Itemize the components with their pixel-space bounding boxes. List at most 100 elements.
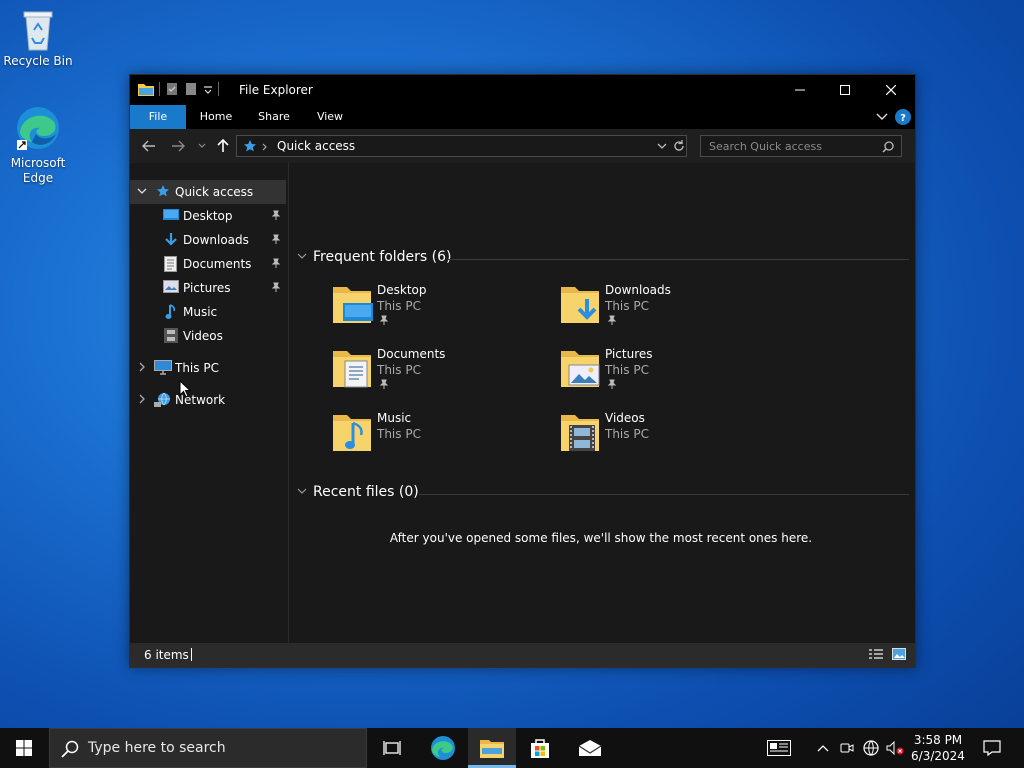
nav-quick-access[interactable]: Quick access <box>130 180 286 204</box>
large-icons-view-icon[interactable] <box>892 648 906 661</box>
network-status-button[interactable] <box>860 728 882 768</box>
back-button[interactable] <box>141 138 157 154</box>
content-pane: Frequent folders (6) Desktop This PC Dow… <box>289 163 913 643</box>
task-view-button[interactable] <box>368 728 416 768</box>
collapse-chevron-icon[interactable] <box>297 488 307 496</box>
collapse-chevron-icon[interactable] <box>297 253 307 261</box>
minimize-button[interactable] <box>777 75 823 105</box>
mail-icon <box>578 740 602 756</box>
downloads-folder-large-icon <box>561 287 599 323</box>
title-bar[interactable]: File Explorer <box>130 75 915 105</box>
nav-videos[interactable]: Videos <box>130 324 286 348</box>
nav-this-pc[interactable]: This PC <box>130 356 286 380</box>
folder-tile-documents[interactable]: Documents This PC <box>331 347 551 407</box>
edge-desktop-icon[interactable]: Microsoft Edge <box>0 104 76 186</box>
globe-icon <box>863 740 879 756</box>
search-icon[interactable] <box>882 141 894 153</box>
camera-icon <box>840 743 854 753</box>
taskbar: Type here to search 3:58 PM 6/3/2024 <box>0 728 1024 768</box>
search-placeholder: Search Quick access <box>709 140 822 153</box>
nav-downloads[interactable]: Downloads <box>130 228 286 252</box>
folder-name: Videos <box>605 411 645 425</box>
nav-network[interactable]: Network <box>130 388 286 412</box>
new-folder-icon[interactable] <box>184 82 198 96</box>
tab-share[interactable]: Share <box>250 105 298 129</box>
nav-pictures[interactable]: Pictures <box>130 276 286 300</box>
folder-tile-music[interactable]: Music This PC <box>331 411 551 471</box>
expand-ribbon-icon[interactable] <box>876 113 888 121</box>
chevron-down-icon <box>198 143 206 148</box>
close-button[interactable] <box>868 75 914 105</box>
folder-tile-videos[interactable]: Videos This PC <box>559 411 779 471</box>
nav-label: This PC <box>175 361 219 375</box>
computer-icon <box>154 360 172 375</box>
pin-icon[interactable] <box>271 210 281 220</box>
folder-tile-pictures[interactable]: Pictures This PC <box>559 347 779 407</box>
pin-icon[interactable] <box>271 282 281 292</box>
nav-label: Documents <box>183 257 252 271</box>
task-view-icon <box>383 741 401 755</box>
maximize-icon <box>840 85 850 95</box>
chevron-down-icon[interactable] <box>137 186 147 196</box>
tab-home[interactable]: Home <box>192 105 240 129</box>
folder-location: This PC <box>605 299 649 313</box>
documents-folder-large-icon <box>333 351 371 388</box>
tab-file[interactable]: File <box>130 105 186 129</box>
folder-tile-downloads[interactable]: Downloads This PC <box>559 283 779 343</box>
clock-time: 3:58 PM <box>913 733 963 747</box>
forward-button[interactable] <box>170 138 186 154</box>
folder-tile-desktop[interactable]: Desktop This PC <box>331 283 551 343</box>
nav-desktop[interactable]: Desktop <box>130 204 286 228</box>
up-arrow-icon <box>217 139 229 152</box>
taskbar-edge-button[interactable] <box>419 728 467 768</box>
taskbar-search-box[interactable]: Type here to search <box>49 728 367 768</box>
taskbar-file-explorer-button[interactable] <box>468 728 516 768</box>
properties-icon[interactable] <box>165 82 179 96</box>
address-dropdown-icon[interactable] <box>657 143 667 150</box>
star-icon <box>157 185 169 197</box>
nav-label: Pictures <box>183 281 231 295</box>
details-view-icon[interactable] <box>869 648 883 661</box>
breadcrumb-chevron-icon[interactable] <box>262 143 268 151</box>
desktop-folder-large-icon <box>333 287 373 323</box>
chevron-right-icon[interactable] <box>137 394 147 404</box>
nav-label: Desktop <box>183 209 233 223</box>
folder-name: Music <box>377 411 412 425</box>
up-button[interactable] <box>215 138 231 154</box>
forward-arrow-icon <box>172 140 185 152</box>
news-widget-button[interactable] <box>762 728 796 768</box>
nav-documents[interactable]: Documents <box>130 252 286 276</box>
tab-view[interactable]: View <box>306 105 354 129</box>
chevron-right-icon[interactable] <box>137 362 147 372</box>
start-button[interactable] <box>0 728 48 768</box>
recent-files-header[interactable]: Recent files (0) <box>297 484 419 500</box>
customize-toolbar-icon[interactable] <box>203 84 213 94</box>
refresh-icon[interactable] <box>673 140 685 152</box>
help-icon[interactable]: ? <box>895 109 911 125</box>
meet-now-button[interactable] <box>837 728 857 768</box>
minimize-icon <box>795 89 805 91</box>
folder-location: This PC <box>377 427 421 441</box>
taskbar-clock[interactable]: 3:58 PM 6/3/2024 <box>905 732 971 764</box>
back-arrow-icon <box>142 140 155 152</box>
recycle-bin-desktop-icon[interactable]: Recycle Bin <box>0 8 76 69</box>
volume-button[interactable] <box>884 728 906 768</box>
nav-label: Quick access <box>175 185 254 199</box>
taskbar-store-button[interactable] <box>516 728 564 768</box>
address-bar[interactable]: Quick access <box>236 135 687 157</box>
notifications-button[interactable] <box>978 728 1006 768</box>
maximize-button[interactable] <box>822 75 868 105</box>
nav-music[interactable]: Music <box>130 300 286 324</box>
frequent-folders-header[interactable]: Frequent folders (6) <box>297 249 452 265</box>
picture-icon <box>163 280 179 293</box>
taskbar-mail-button[interactable] <box>566 728 614 768</box>
pin-icon[interactable] <box>271 258 281 268</box>
windows-logo-icon <box>16 740 32 756</box>
pin-icon[interactable] <box>271 234 281 244</box>
search-box[interactable]: Search Quick access <box>700 135 902 157</box>
folder-location: This PC <box>605 363 649 377</box>
quick-access-star-icon <box>244 140 256 152</box>
show-hidden-icons-button[interactable] <box>813 728 833 768</box>
recent-locations-button[interactable] <box>194 138 210 154</box>
film-icon <box>164 328 178 343</box>
